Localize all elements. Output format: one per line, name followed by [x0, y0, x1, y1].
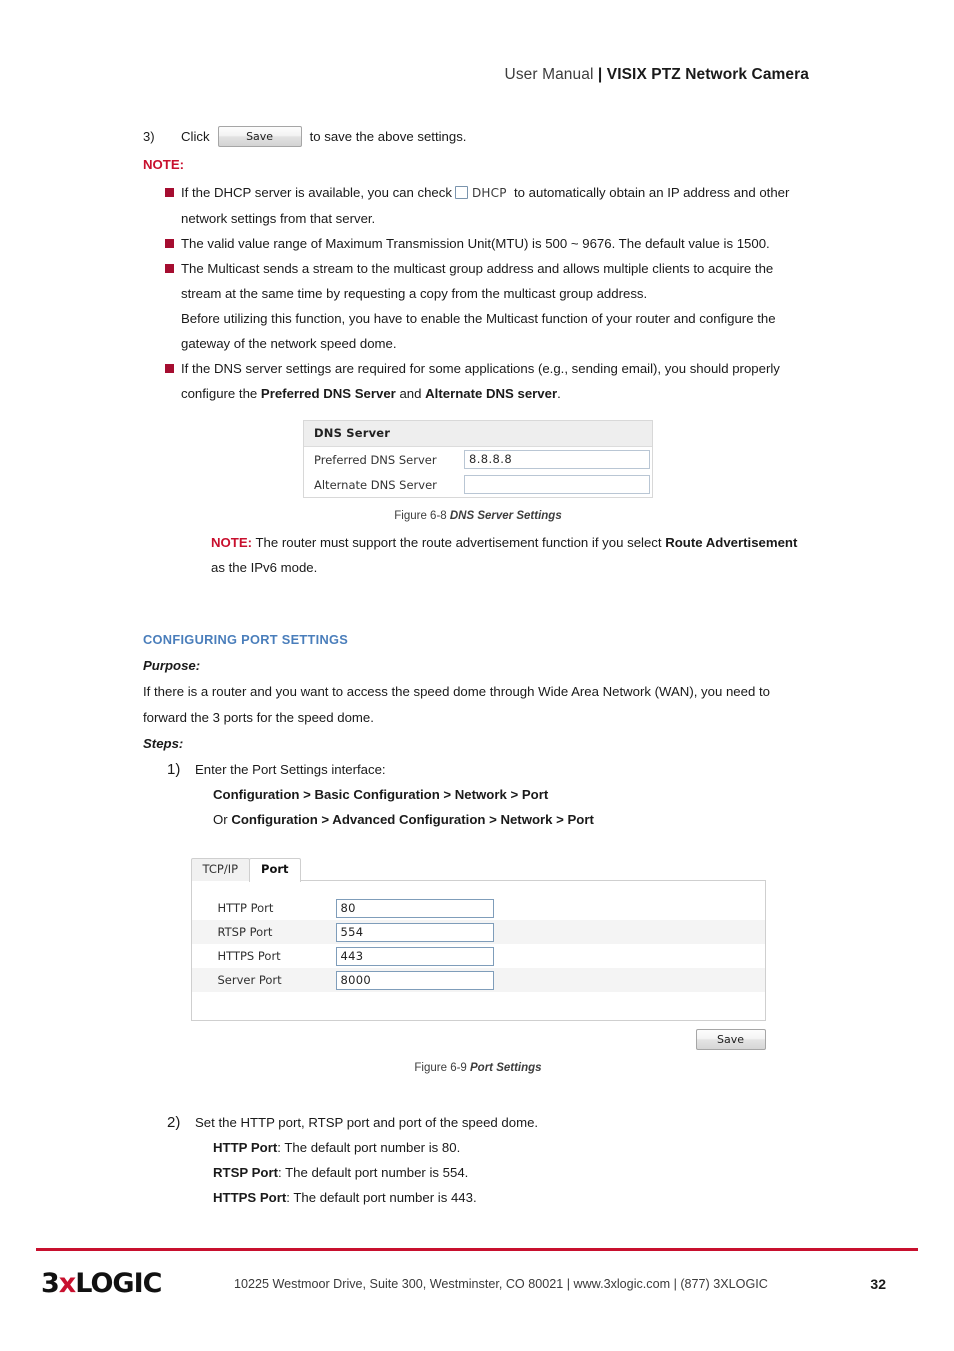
dns-row-alternate: Alternate DNS Server: [304, 472, 652, 497]
bullet-dhcp: If the DHCP server is available, you can…: [143, 180, 813, 231]
logo-part-x: x: [58, 1268, 76, 1299]
purpose-label: Purpose:: [143, 658, 201, 673]
logo-part-logic: LOGIC: [75, 1268, 162, 1299]
step-2-bold-http: HTTP Port: [213, 1140, 278, 1155]
step-2-rest-http: : The default port number is 80.: [277, 1140, 461, 1155]
figure-6-9-caption: Figure 6-9 Port Settings: [143, 1062, 813, 1074]
port-label-https: HTTPS Port: [217, 949, 281, 963]
port-input-server[interactable]: 8000: [335, 970, 494, 990]
step-2-item: 2) Set the HTTP port, RTSP port and port…: [143, 1110, 813, 1135]
route-note-text-1: The router must support the route advert…: [252, 535, 666, 550]
step-1-path-2-prefix: Or: [213, 812, 232, 827]
step-1-number: 1): [167, 761, 181, 778]
port-row-rtsp: RTSP Port 554: [191, 920, 765, 944]
bullet-dns-end: .: [557, 386, 561, 401]
step-2-line-https: HTTPS Port: The default port number is 4…: [143, 1185, 813, 1210]
port-label-rtsp: RTSP Port: [217, 925, 273, 939]
dns-label-preferred: Preferred DNS Server: [314, 452, 437, 467]
bullet-mtu: The valid value range of Maximum Transmi…: [143, 231, 813, 256]
step-3-row: 3) Click Save to save the above settings…: [143, 126, 813, 147]
port-save-button[interactable]: Save: [695, 1029, 766, 1050]
purpose-paragraph: If there is a router and you want to acc…: [143, 684, 770, 725]
step-2-rest-https: : The default port number is 443.: [286, 1190, 477, 1205]
port-panel-body: HTTP Port 80 RTSP Port 554 HTTPS Port 44…: [190, 880, 766, 1021]
note-bullet-list: If the DHCP server is available, you can…: [143, 180, 813, 406]
logo-part-3: 3: [41, 1268, 60, 1299]
step-2-rest-rtsp: : The default port number is 554.: [277, 1165, 469, 1180]
step-2-line-rtsp: RTSP Port: The default port number is 55…: [143, 1160, 813, 1185]
footer-address: 10225 Westmoor Drive, Suite 300, Westmin…: [234, 1276, 768, 1291]
header-title-light: User Manual: [504, 66, 598, 83]
dhcp-checkbox-icon[interactable]: [454, 186, 468, 199]
bullet-dns-mid: and: [395, 386, 426, 401]
page-footer: 3xLOGIC 10225 Westmoor Drive, Suite 300,…: [36, 1268, 918, 1299]
step-2-text: Set the HTTP port, RTSP port and port of…: [195, 1115, 539, 1130]
dhcp-checkbox-label: DHCP: [471, 186, 507, 200]
section-heading-port-settings: CONFIGURING PORT SETTINGS: [143, 632, 349, 647]
page-number: 32: [870, 1275, 886, 1292]
dns-panel-title: DNS Server: [304, 421, 652, 447]
inline-save-button[interactable]: Save: [217, 126, 302, 147]
port-input-rtsp[interactable]: 554: [335, 922, 494, 942]
tab-tcpip[interactable]: TCP/IP: [190, 858, 251, 881]
steps-list-1: 1) Enter the Port Settings interface:: [143, 757, 813, 782]
step-2-number: 2): [167, 1114, 181, 1131]
route-note-label: NOTE:: [211, 535, 253, 550]
route-note-text-2: as the IPv6 mode.: [211, 560, 318, 575]
step-2-line-http: HTTP Port: The default port number is 80…: [143, 1135, 813, 1160]
page-header: User Manual | VISIX PTZ Network Camera: [505, 66, 809, 84]
figure-6-9-number: Figure 6-9: [414, 1062, 471, 1074]
dns-input-preferred[interactable]: 8.8.8.8: [464, 450, 650, 469]
bullet-dns-bold-2: Alternate DNS server: [425, 386, 558, 401]
note-label: NOTE:: [143, 157, 185, 172]
port-row-server: Server Port 8000: [191, 968, 765, 992]
port-panel-tabs: TCP/IP Port: [190, 858, 766, 882]
dns-input-alternate[interactable]: [464, 475, 650, 494]
figure-6-8-name: DNS Server Settings: [449, 510, 562, 522]
brand-logo: 3xLOGIC: [41, 1268, 162, 1299]
bullet-multicast: The Multicast sends a stream to the mult…: [143, 256, 813, 356]
header-title-bold: | VISIX PTZ Network Camera: [597, 66, 809, 83]
port-row-http: HTTP Port 80: [192, 896, 765, 920]
port-input-http[interactable]: 80: [335, 898, 494, 918]
step-1-path-2: Or Configuration > Advanced Configuratio…: [143, 807, 813, 832]
dns-row-preferred: Preferred DNS Server 8.8.8.8: [304, 447, 652, 472]
steps-list-2: 2) Set the HTTP port, RTSP port and port…: [143, 1110, 813, 1135]
tab-port[interactable]: Port: [249, 858, 301, 882]
figure-6-8-caption: Figure 6-8 DNS Server Settings: [143, 510, 813, 522]
steps-label: Steps:: [143, 736, 184, 751]
bullet-dns: If the DNS server settings are required …: [143, 356, 813, 406]
port-settings-panel: TCP/IP Port HTTP Port 80 RTSP Port 554 H…: [190, 858, 766, 1050]
dns-label-alternate: Alternate DNS Server: [314, 477, 437, 492]
port-input-https[interactable]: 443: [335, 946, 494, 966]
port-row-https: HTTPS Port 443: [192, 944, 765, 968]
figure-6-9-name: Port Settings: [470, 1062, 542, 1074]
step-1-text: Enter the Port Settings interface:: [195, 762, 386, 777]
step-3-text-before: Click: [181, 128, 210, 144]
step-1-path-2-text: Configuration > Advanced Configuration >…: [231, 812, 594, 827]
route-note-bold: Route Advertisement: [665, 535, 798, 550]
step-1-path-1-text: Configuration > Basic Configuration > Ne…: [213, 787, 549, 802]
step-2-bold-https: HTTPS Port: [213, 1190, 287, 1205]
step-3-text-after: to save the above settings.: [309, 128, 467, 144]
step-1-path-1: Configuration > Basic Configuration > Ne…: [143, 782, 813, 807]
bullet-dns-bold-1: Preferred DNS Server: [260, 386, 396, 401]
route-advertisement-note: NOTE: The router must support the route …: [143, 530, 813, 580]
figure-6-8-number: Figure 6-8: [394, 510, 450, 522]
port-save-row: Save: [191, 1029, 766, 1050]
step-3-number: 3): [143, 129, 155, 144]
footer-divider: [36, 1248, 918, 1251]
page-content: 3) Click Save to save the above settings…: [143, 126, 813, 1210]
bullet-multicast-extra: Before utilizing this function, you have…: [181, 311, 776, 351]
port-label-http: HTTP Port: [217, 901, 274, 915]
dns-server-panel: DNS Server Preferred DNS Server 8.8.8.8 …: [303, 420, 653, 498]
port-label-server: Server Port: [217, 973, 282, 987]
bullet-dhcp-text-1: If the DHCP server is available, you can…: [181, 185, 452, 200]
bullet-multicast-text: The Multicast sends a stream to the mult…: [181, 261, 774, 301]
step-1-item: 1) Enter the Port Settings interface:: [143, 757, 813, 782]
step-2-bold-rtsp: RTSP Port: [213, 1165, 278, 1180]
